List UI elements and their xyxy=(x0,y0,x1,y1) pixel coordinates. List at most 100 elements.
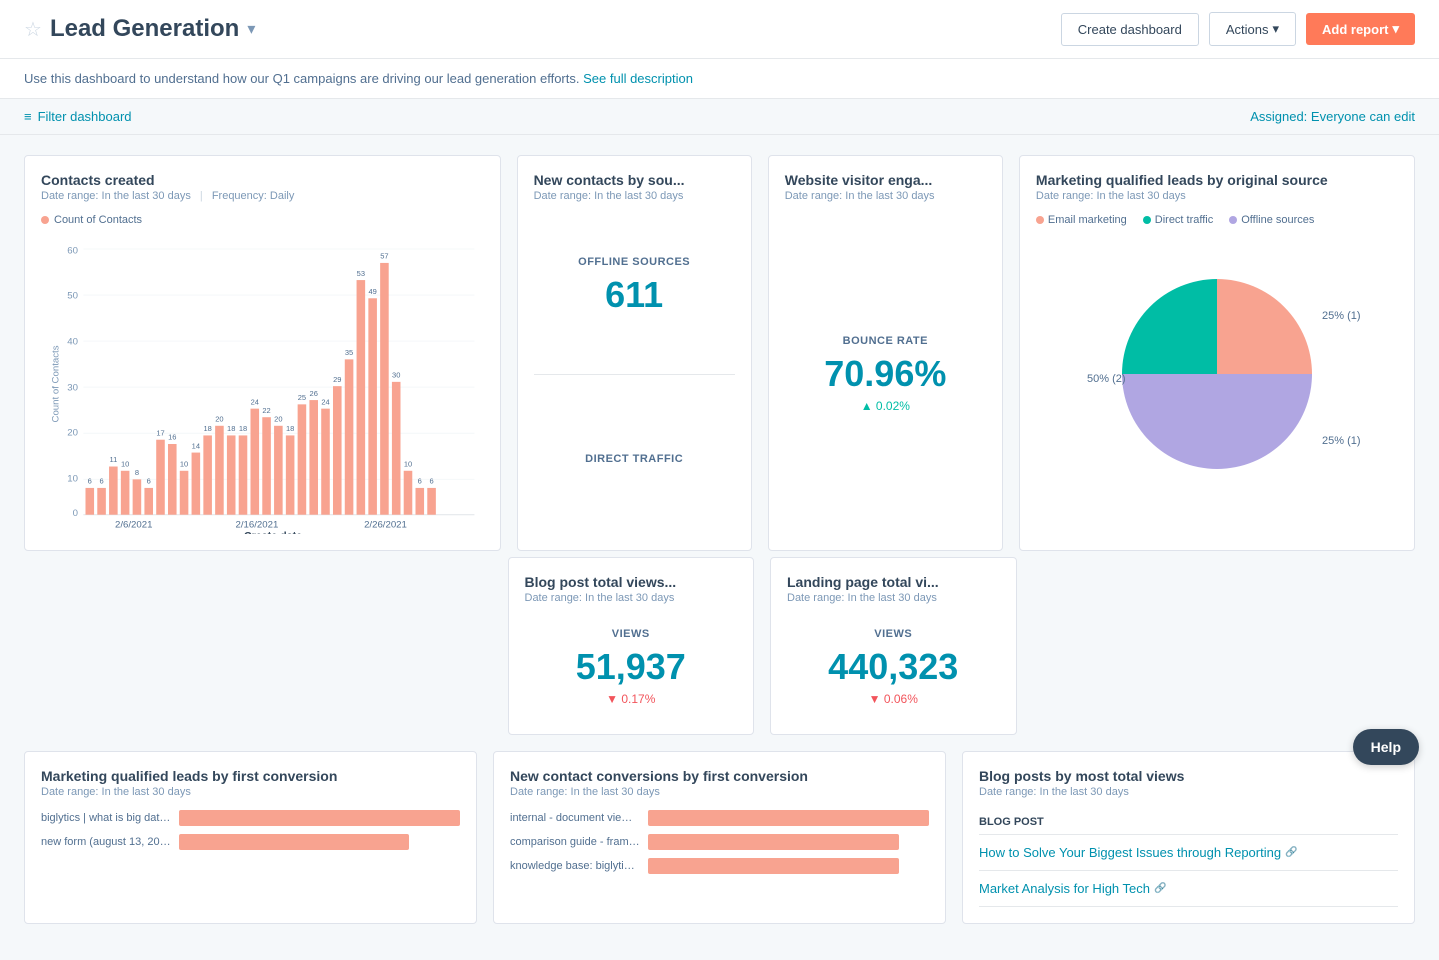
svg-text:57: 57 xyxy=(380,252,388,261)
contacts-created-meta: Date range: In the last 30 days | Freque… xyxy=(41,190,484,202)
row-2: Marketing qualified leads by first conve… xyxy=(24,751,1415,924)
description-bar: Use this dashboard to understand how our… xyxy=(0,59,1439,99)
new-contacts-meta: Date range: In the last 30 days xyxy=(534,190,735,202)
website-visitor-card: Website visitor enga... Date range: In t… xyxy=(768,155,1003,551)
svg-text:8: 8 xyxy=(135,468,139,477)
svg-text:25% (1): 25% (1) xyxy=(1322,310,1361,322)
hbar-row: biglytics | what is big data?: ebook for… xyxy=(41,810,460,826)
svg-text:2/16/2021: 2/16/2021 xyxy=(236,520,279,531)
svg-text:Count of Contacts: Count of Contacts xyxy=(51,345,62,422)
mql-conversion-card: Marketing qualified leads by first conve… xyxy=(24,751,477,924)
landing-page-views-card: Landing page total vi... Date range: In … xyxy=(770,557,1017,735)
svg-text:29: 29 xyxy=(333,375,341,384)
star-icon[interactable]: ☆ xyxy=(24,17,42,42)
svg-text:6: 6 xyxy=(429,477,433,486)
new-contacts-card: New contacts by sou... Date range: In th… xyxy=(517,155,752,551)
create-dashboard-button[interactable]: Create dashboard xyxy=(1061,13,1199,46)
svg-text:20: 20 xyxy=(67,427,78,438)
new-contacts-title: New contacts by sou... xyxy=(534,172,735,188)
actions-button[interactable]: Actions ▾ xyxy=(1209,12,1296,46)
svg-text:22: 22 xyxy=(262,406,270,415)
blog-views-change: ▼ 0.17% xyxy=(606,692,655,706)
conversions-chart: internal - document viewer... comparison… xyxy=(510,810,929,874)
assigned-text: Assigned: Everyone can edit xyxy=(1250,109,1415,124)
svg-text:6: 6 xyxy=(99,477,103,486)
svg-text:10: 10 xyxy=(121,460,129,469)
add-report-button[interactable]: Add report ▾ xyxy=(1306,13,1415,45)
mql-source-card: Marketing qualified leads by original so… xyxy=(1019,155,1415,551)
row-1b: Blog post total views... Date range: In … xyxy=(24,557,1415,735)
email-marketing-dot xyxy=(1036,216,1044,224)
hbar-row: knowledge base: biglytics ... xyxy=(510,858,929,874)
actions-chevron-icon: ▾ xyxy=(1272,21,1279,37)
svg-text:24: 24 xyxy=(321,397,329,406)
bar-chart-area: 60 50 40 30 20 10 0 xyxy=(41,234,484,534)
mql-source-title: Marketing qualified leads by original so… xyxy=(1036,172,1398,188)
blog-views-stat: VIEWS 51,937 ▼ 0.17% xyxy=(525,616,738,718)
blog-posts-card: Blog posts by most total views Date rang… xyxy=(962,751,1415,924)
svg-text:18: 18 xyxy=(203,424,211,433)
contacts-created-card: Contacts created Date range: In the last… xyxy=(24,155,501,551)
chevron-down-icon[interactable]: ▾ xyxy=(247,19,255,39)
blog-posts-meta: Date range: In the last 30 days xyxy=(979,786,1398,798)
svg-text:26: 26 xyxy=(310,389,318,398)
assigned-value[interactable]: Everyone can edit xyxy=(1311,109,1415,124)
top-bar: ☆ Lead Generation ▾ Create dashboard Act… xyxy=(0,0,1439,59)
legend-offline-sources: Offline sources xyxy=(1229,214,1314,226)
svg-text:14: 14 xyxy=(192,441,200,450)
blog-link-2[interactable]: Market Analysis for High Tech 🔗 xyxy=(979,871,1398,907)
svg-text:Create date: Create date xyxy=(244,530,302,534)
description-text: Use this dashboard to understand how our… xyxy=(24,71,579,86)
svg-text:6: 6 xyxy=(88,477,92,486)
svg-text:16: 16 xyxy=(168,433,176,442)
landing-views-stat: VIEWS 440,323 ▼ 0.06% xyxy=(787,616,1000,718)
svg-text:6: 6 xyxy=(418,477,422,486)
legend-dot xyxy=(41,216,49,224)
svg-text:25: 25 xyxy=(298,393,306,402)
svg-text:40: 40 xyxy=(67,336,78,347)
blog-col-header: BLOG POST xyxy=(979,810,1398,835)
svg-text:53: 53 xyxy=(357,269,365,278)
up-arrow-icon: ▲ xyxy=(861,399,873,413)
see-full-description-link[interactable]: See full description xyxy=(583,71,693,86)
svg-text:6: 6 xyxy=(147,477,151,486)
down-arrow-icon-2: ▼ xyxy=(869,692,881,706)
svg-text:10: 10 xyxy=(404,460,412,469)
svg-text:20: 20 xyxy=(215,415,223,424)
page-title: Lead Generation xyxy=(50,15,239,43)
filter-dashboard-button[interactable]: ≡ Filter dashboard xyxy=(24,109,132,124)
svg-text:18: 18 xyxy=(227,424,235,433)
row-1: Contacts created Date range: In the last… xyxy=(24,155,1415,551)
add-report-chevron-icon: ▾ xyxy=(1392,21,1399,37)
blog-posts-title: Blog posts by most total views xyxy=(979,768,1398,784)
svg-text:0: 0 xyxy=(73,508,78,519)
dashboard: Contacts created Date range: In the last… xyxy=(0,135,1439,960)
blog-link-1[interactable]: How to Solve Your Biggest Issues through… xyxy=(979,835,1398,871)
svg-text:11: 11 xyxy=(109,455,117,464)
website-visitor-meta: Date range: In the last 30 days xyxy=(785,190,986,202)
contact-conversions-title: New contact conversions by first convers… xyxy=(510,768,929,784)
contacts-legend: Count of Contacts xyxy=(41,214,484,226)
landing-page-meta: Date range: In the last 30 days xyxy=(787,592,1000,604)
svg-text:24: 24 xyxy=(251,397,259,406)
bar-chart-svg: 60 50 40 30 20 10 0 xyxy=(41,234,484,534)
svg-text:60: 60 xyxy=(67,245,78,256)
svg-text:49: 49 xyxy=(368,287,376,296)
pie-chart-area: 25% (1) 50% (2) 25% (1) xyxy=(1036,234,1398,514)
landing-views-change: ▼ 0.06% xyxy=(869,692,918,706)
svg-text:50% (2): 50% (2) xyxy=(1087,373,1126,385)
help-button[interactable]: Help xyxy=(1353,729,1419,765)
legend-email-marketing: Email marketing xyxy=(1036,214,1127,226)
title-area: ☆ Lead Generation ▾ xyxy=(24,15,255,43)
svg-text:20: 20 xyxy=(274,415,282,424)
svg-text:18: 18 xyxy=(239,424,247,433)
contact-conversions-card: New contact conversions by first convers… xyxy=(493,751,946,924)
hbar-row: comparison guide - frame... xyxy=(510,834,929,850)
blog-post-views-meta: Date range: In the last 30 days xyxy=(525,592,738,604)
pie-legend: Email marketing Direct traffic Offline s… xyxy=(1036,214,1398,226)
direct-traffic-stat: DIRECT TRAFFIC xyxy=(534,391,735,535)
direct-traffic-dot xyxy=(1143,216,1151,224)
contacts-created-title: Contacts created xyxy=(41,172,484,188)
svg-text:50: 50 xyxy=(67,290,78,301)
hbar-row: internal - document viewer... xyxy=(510,810,929,826)
